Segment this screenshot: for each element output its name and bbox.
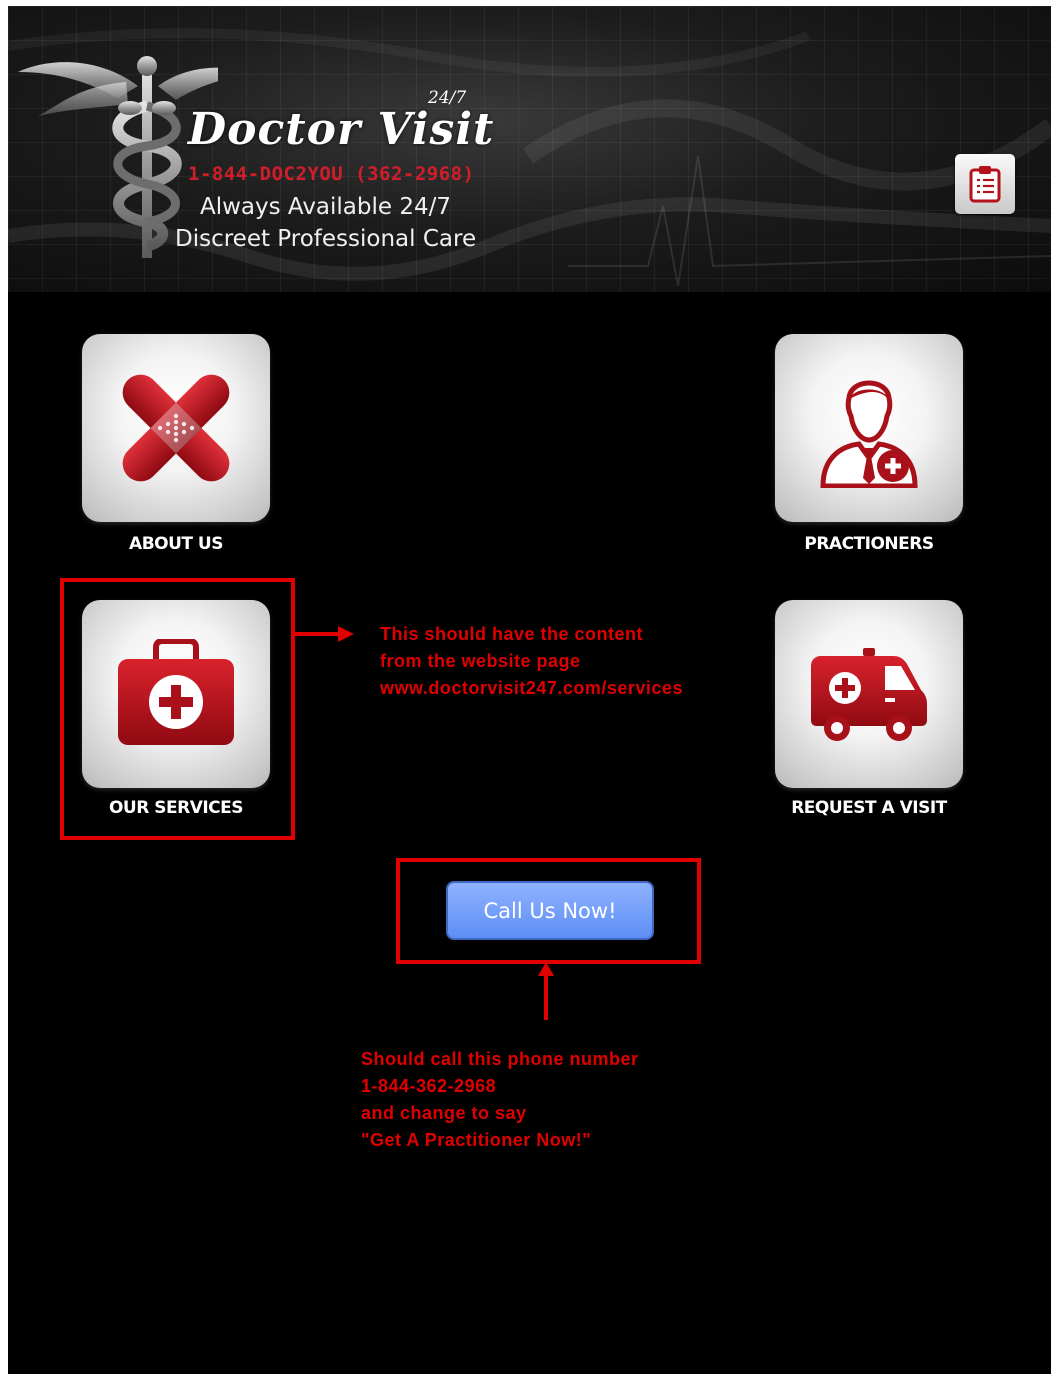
about-us-label: ABOUT US xyxy=(129,534,223,554)
request-a-visit-label: REQUEST A VISIT xyxy=(791,798,947,818)
practioners-label: PRACTIONERS xyxy=(804,534,934,554)
brand-name: Doctor Visit xyxy=(188,104,495,155)
about-us-button[interactable] xyxy=(82,334,270,522)
call-annotation-arrow-icon xyxy=(538,962,554,1020)
brand-tagline-care: Discreet Professional Care xyxy=(175,226,477,252)
brand-phone-number: 1-844-DOC2YOU (362-2968) xyxy=(188,163,475,185)
header-banner: 24/7 Doctor Visit 1-844-DOC2YOU (362-296… xyxy=(8,6,1051,292)
services-annotation-box xyxy=(60,578,295,840)
call-us-now-button[interactable]: Call Us Now! xyxy=(446,881,654,940)
brand-tagline-availability: Always Available 24/7 xyxy=(200,194,452,220)
app-screen: 24/7 Doctor Visit 1-844-DOC2YOU (362-296… xyxy=(8,6,1051,1374)
services-annotation-arrow-icon xyxy=(294,626,354,642)
services-annotation-note: This should have the content from the we… xyxy=(380,624,683,698)
ambulance-icon xyxy=(811,648,927,741)
call-annotation-note: Should call this phone number 1-844-362-… xyxy=(361,1049,639,1150)
doctor-icon xyxy=(820,380,918,488)
practioners-button[interactable] xyxy=(775,334,963,522)
request-a-visit-button[interactable] xyxy=(775,600,963,788)
clipboard-icon xyxy=(969,166,1001,203)
clipboard-button[interactable] xyxy=(955,154,1015,214)
bandage-x-icon xyxy=(122,374,230,482)
